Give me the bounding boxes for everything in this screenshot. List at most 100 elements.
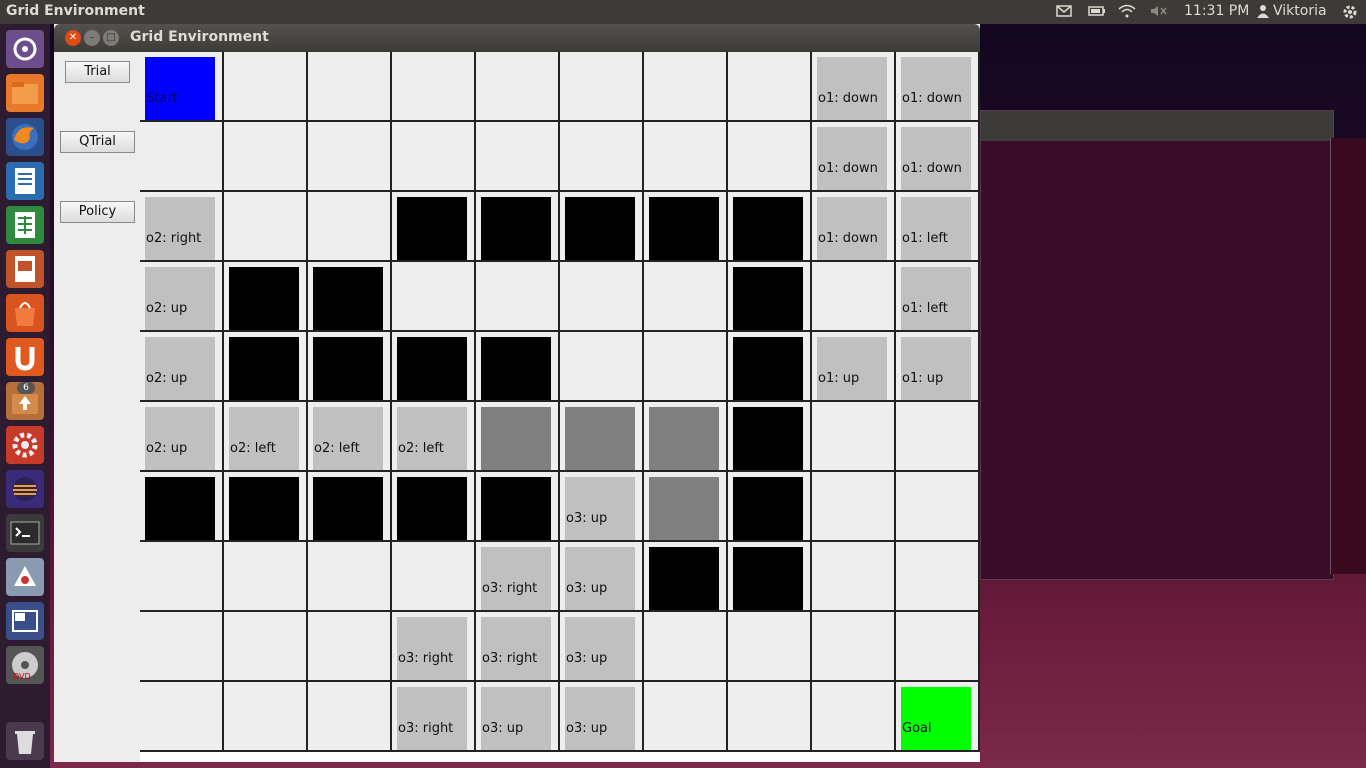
- grid-cell-8-2: [308, 612, 392, 682]
- volume-muted-icon[interactable]: [1150, 4, 1167, 18]
- empty-block: [817, 617, 887, 680]
- workspace-icon[interactable]: [6, 602, 44, 640]
- grid-cell-6-9: [896, 472, 980, 542]
- cell-label: o2: left: [230, 441, 276, 456]
- grid-cell-4-6: [644, 332, 728, 402]
- terminal-icon[interactable]: [6, 514, 44, 552]
- policy-block: o2: left: [397, 407, 467, 470]
- firefox-icon[interactable]: [6, 118, 44, 156]
- empty-block: [313, 197, 383, 260]
- user-icon[interactable]: [1256, 4, 1272, 18]
- policy-block: o1: down: [901, 57, 971, 120]
- policy-block: o3: right: [481, 547, 551, 610]
- software-center-icon[interactable]: [6, 294, 44, 332]
- user-name[interactable]: Viktoria: [1273, 3, 1327, 19]
- wall-block: [733, 337, 803, 400]
- cell-label: o2: up: [146, 301, 188, 316]
- empty-block: [313, 547, 383, 610]
- empty-block: [733, 127, 803, 190]
- grid-cell-6-5: o3: up: [560, 472, 644, 542]
- wall-block: [733, 477, 803, 540]
- wall-block: [397, 477, 467, 540]
- grid-cell-4-1: [224, 332, 308, 402]
- wifi-icon[interactable]: [1118, 4, 1136, 18]
- wall-block: [649, 197, 719, 260]
- mail-icon[interactable]: [1056, 4, 1072, 18]
- writer-icon[interactable]: [6, 162, 44, 200]
- empty-block: [565, 267, 635, 330]
- shaded-block: [649, 407, 719, 470]
- grid-cell-3-6: [644, 262, 728, 332]
- empty-block: [229, 687, 299, 750]
- close-icon[interactable]: ✕: [65, 30, 81, 46]
- policy-block: o1: down: [901, 127, 971, 190]
- empty-block: [145, 547, 215, 610]
- gear-icon[interactable]: [1341, 3, 1357, 19]
- cell-label: o1: down: [902, 91, 962, 106]
- grid-cell-9-3: o3: right: [392, 682, 476, 752]
- empty-block: [817, 687, 887, 750]
- policy-block: o3: up: [565, 617, 635, 680]
- files-icon[interactable]: [6, 74, 44, 112]
- empty-block: [649, 337, 719, 400]
- empty-block: [229, 547, 299, 610]
- grid-cell-3-3: [392, 262, 476, 332]
- grid-cell-4-3: [392, 332, 476, 402]
- settings-icon[interactable]: [6, 426, 44, 464]
- grid-cell-8-9: [896, 612, 980, 682]
- grid-cell-5-6: [644, 402, 728, 472]
- wall-block: [565, 197, 635, 260]
- grid-cell-2-9: o1: left: [896, 192, 980, 262]
- grid-cell-2-6: [644, 192, 728, 262]
- calc-icon[interactable]: [6, 206, 44, 244]
- grid-cell-7-0: [140, 542, 224, 612]
- cell-label: o1: down: [818, 161, 878, 176]
- grid-cell-3-2: [308, 262, 392, 332]
- grid-cell-9-9: Goal: [896, 682, 980, 752]
- trial-button[interactable]: Trial: [65, 61, 130, 83]
- grid-cell-0-8: o1: down: [812, 52, 896, 122]
- wall-block: [733, 197, 803, 260]
- cell-label: o3: right: [482, 581, 538, 596]
- ubuntu-one-icon[interactable]: [6, 338, 44, 376]
- qtrial-button[interactable]: QTrial: [60, 131, 135, 153]
- battery-icon[interactable]: [1088, 4, 1105, 18]
- policy-button[interactable]: Policy: [60, 201, 135, 223]
- cell-label: o3: right: [398, 721, 454, 736]
- empty-block: [817, 477, 887, 540]
- window-titlebar[interactable]: ✕ – □ Grid Environment: [54, 24, 980, 52]
- eclipse-icon[interactable]: [6, 470, 44, 508]
- wall-block: [229, 267, 299, 330]
- dash-icon[interactable]: [6, 30, 44, 68]
- java-icon[interactable]: [6, 558, 44, 596]
- grid-cell-8-7: [728, 612, 812, 682]
- goal-block: Goal: [901, 687, 971, 750]
- grid-cell-0-2: [308, 52, 392, 122]
- start-block: Start: [145, 57, 215, 120]
- maximize-icon[interactable]: □: [103, 30, 119, 46]
- grid-cell-8-3: o3: right: [392, 612, 476, 682]
- empty-block: [313, 617, 383, 680]
- clock[interactable]: 11:31 PM: [1184, 3, 1249, 19]
- update-icon[interactable]: 6: [6, 382, 44, 420]
- empty-block: [649, 687, 719, 750]
- grid-cell-6-4: [476, 472, 560, 542]
- empty-block: [145, 687, 215, 750]
- grid-cell-7-3: [392, 542, 476, 612]
- empty-block: [649, 127, 719, 190]
- background-window[interactable]: [980, 110, 1334, 580]
- dvd-icon[interactable]: DVD: [6, 646, 44, 684]
- empty-block: [733, 687, 803, 750]
- trash-icon[interactable]: [6, 722, 44, 760]
- grid-cell-1-9: o1: down: [896, 122, 980, 192]
- grid-cell-3-8: [812, 262, 896, 332]
- wall-block: [397, 337, 467, 400]
- wall-block: [481, 197, 551, 260]
- cell-label: o1: down: [902, 161, 962, 176]
- wall-block: [397, 197, 467, 260]
- impress-icon[interactable]: [6, 250, 44, 288]
- wall-block: [313, 337, 383, 400]
- grid-cell-5-1: o2: left: [224, 402, 308, 472]
- policy-block: o2: left: [313, 407, 383, 470]
- minimize-icon[interactable]: –: [84, 30, 100, 46]
